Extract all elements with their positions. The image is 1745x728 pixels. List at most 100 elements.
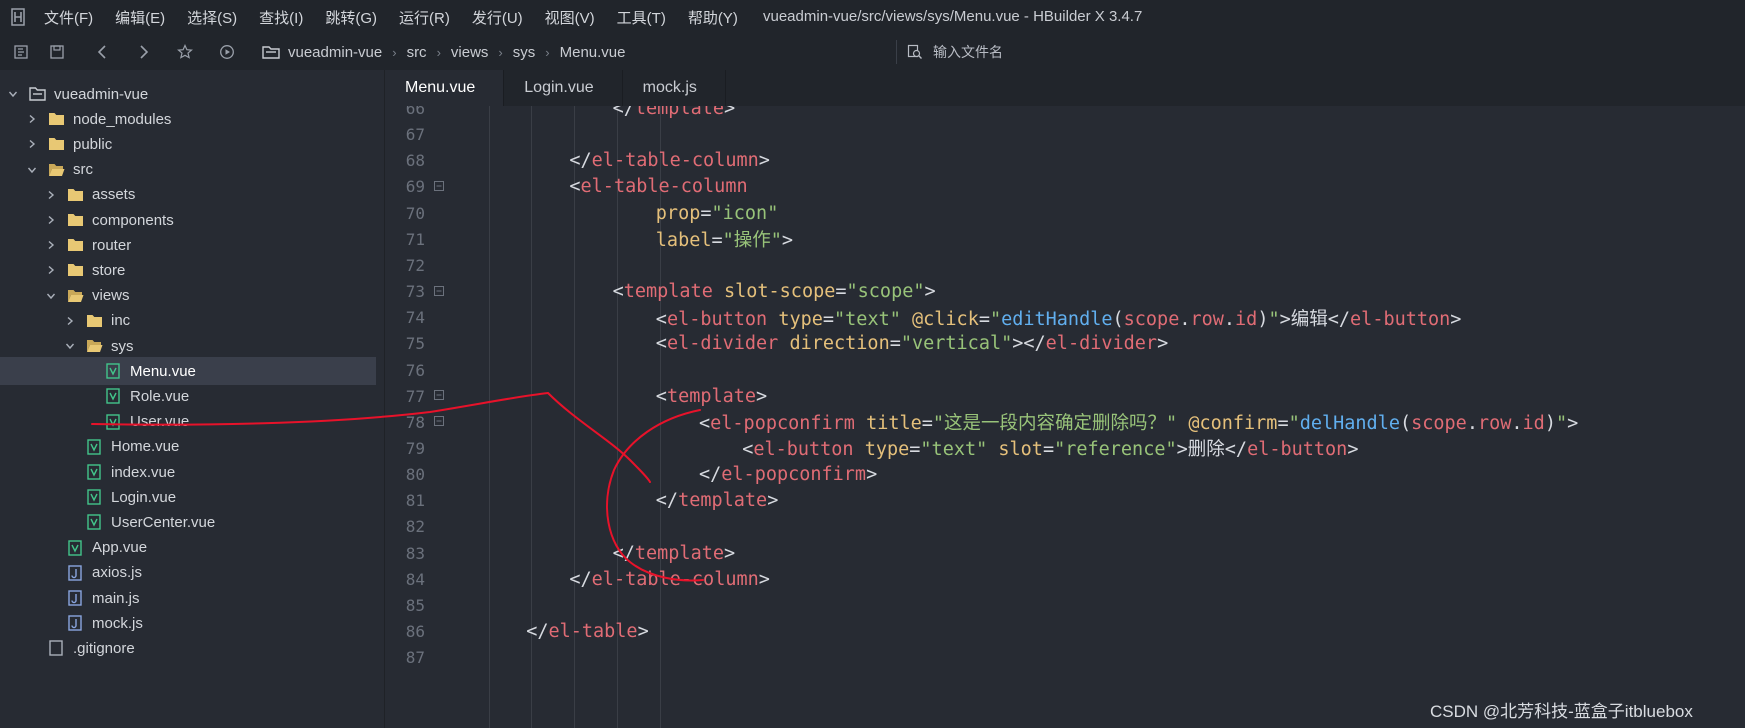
code-token: direction	[789, 333, 890, 355]
code-line[interactable]: 83 </template>	[385, 539, 1745, 568]
breadcrumb-item[interactable]: views	[451, 44, 489, 61]
tab-menu-vue[interactable]: Menu.vue	[385, 70, 505, 106]
code-line[interactable]: 71 label="操作">	[385, 225, 1745, 254]
code-token: template	[623, 281, 713, 303]
tree-item-label: store	[92, 261, 126, 279]
tree-item-gitignore[interactable]: .gitignore	[0, 634, 376, 662]
menu-item[interactable]: 发行(U)	[472, 7, 523, 28]
chevron-down-icon[interactable]	[44, 291, 58, 301]
code-token: "	[1288, 413, 1300, 435]
code-line[interactable]: 80 </el-popconfirm>	[385, 460, 1745, 489]
folder-icon	[47, 136, 65, 152]
tree-item-public[interactable]: public	[0, 130, 376, 158]
menu-item[interactable]: 文件(F)	[44, 7, 93, 28]
tree-item-role-vue[interactable]: Role.vue	[0, 382, 376, 410]
tree-item-menu-vue[interactable]: Menu.vue	[0, 357, 376, 386]
chevron-down-icon[interactable]	[25, 165, 39, 175]
tree-item-user-vue[interactable]: User.vue	[0, 408, 376, 436]
chevron-right-icon[interactable]	[44, 265, 58, 275]
tab-login-vue[interactable]: Login.vue	[504, 70, 623, 106]
tree-item-router[interactable]: router	[0, 231, 376, 259]
chevron-right-icon[interactable]	[44, 240, 58, 250]
save-icon[interactable]	[48, 43, 66, 61]
back-icon[interactable]	[94, 43, 112, 61]
tree-item-app-vue[interactable]: App.vue	[0, 534, 376, 562]
chevron-right-icon[interactable]	[25, 139, 39, 149]
chevron-right-icon[interactable]	[63, 316, 77, 326]
chevron-right-icon[interactable]	[44, 190, 58, 200]
code-line[interactable]: 81 </template>	[385, 486, 1745, 515]
code-line[interactable]: 73 <template slot-scope="scope">	[385, 277, 1745, 306]
tree-item-src[interactable]: src	[0, 156, 376, 184]
tree-item-axios-js[interactable]: axios.js	[0, 559, 376, 587]
code-line[interactable]: 67	[385, 120, 1745, 149]
tree-item-views[interactable]: views	[0, 282, 376, 310]
tree-item-home-vue[interactable]: Home.vue	[0, 433, 376, 461]
menu-item[interactable]: 视图(V)	[545, 7, 595, 28]
tree-item-mock-js[interactable]: mock.js	[0, 609, 376, 637]
code-token: template	[634, 542, 724, 564]
code-line[interactable]: 69 <el-table-column	[385, 172, 1745, 201]
fold-toggle-icon[interactable]	[429, 285, 449, 299]
fold-toggle-icon[interactable]	[429, 415, 449, 429]
breadcrumb-item[interactable]: src	[407, 44, 427, 61]
tree-item-main-js[interactable]: main.js	[0, 584, 376, 612]
breadcrumb-item[interactable]: Menu.vue	[560, 44, 626, 61]
menu-item[interactable]: 工具(T)	[617, 7, 666, 28]
menu-item[interactable]: 查找(I)	[259, 7, 303, 28]
forward-icon[interactable]	[134, 43, 152, 61]
code-line[interactable]: 85	[385, 591, 1745, 620]
breadcrumb-item[interactable]: sys	[513, 44, 536, 61]
line-number: 75	[405, 334, 425, 354]
tab-label: Menu.vue	[405, 79, 476, 96]
code-line[interactable]: 76	[385, 356, 1745, 385]
tree-item-usercenter-vue[interactable]: UserCenter.vue	[0, 508, 376, 536]
code-line[interactable]: 75 <el-divider direction="vertical"></el-…	[385, 329, 1745, 358]
breadcrumb-item[interactable]: vueadmin-vue	[288, 44, 382, 61]
code-line[interactable]: 86 </el-table>	[385, 617, 1745, 646]
code-text: </template>	[483, 106, 736, 119]
menu-item[interactable]: 帮助(Y)	[688, 7, 738, 28]
code-token: @confirm	[1188, 413, 1278, 435]
code-token: .	[1223, 308, 1236, 330]
tree-item-vueadmin-vue[interactable]: vueadmin-vue	[0, 80, 376, 108]
tree-item-node-modules[interactable]: node_modules	[0, 105, 376, 133]
tree-item-components[interactable]: components	[0, 206, 376, 234]
fold-toggle-icon[interactable]	[429, 180, 449, 194]
code-line[interactable]: 82	[385, 512, 1745, 541]
code-text: <el-popconfirm title="这是一段内容确定删除吗？" @con…	[483, 409, 1578, 435]
code-line[interactable]: 70 prop="icon"	[385, 199, 1745, 228]
star-icon[interactable]	[176, 43, 194, 61]
code-line[interactable]: 79 <el-button type="text" slot="reference…	[385, 434, 1745, 463]
chevron-down-icon[interactable]	[63, 341, 77, 351]
menu-item[interactable]: 运行(R)	[399, 7, 450, 28]
chevron-down-icon[interactable]	[6, 89, 20, 99]
code-line[interactable]: 72	[385, 251, 1745, 280]
tree-item-index-vue[interactable]: index.vue	[0, 458, 376, 486]
code-line[interactable]: 84 </el-table-column>	[385, 565, 1745, 594]
chevron-right-icon[interactable]	[25, 114, 39, 124]
tab-mock-js[interactable]: mock.js	[623, 70, 726, 106]
file-search-input[interactable]	[931, 43, 1235, 61]
vue-file-icon	[104, 388, 122, 405]
code-line[interactable]: 74 <el-button type="text" @click="editHan…	[385, 303, 1745, 332]
menu-item[interactable]: 编辑(E)	[115, 7, 165, 28]
code-line[interactable]: 87	[385, 643, 1745, 672]
fold-toggle-icon[interactable]	[429, 389, 449, 403]
chevron-right-icon[interactable]	[44, 215, 58, 225]
menu-item[interactable]: 跳转(G)	[325, 7, 377, 28]
code-editor[interactable]: 66 </template> 67 68 </el-table-column> 69 <el…	[385, 106, 1745, 728]
sidebar-toggle-icon[interactable]	[12, 43, 30, 61]
code-line[interactable]: 68 </el-table-column>	[385, 146, 1745, 175]
run-icon[interactable]	[218, 43, 236, 61]
tree-item-assets[interactable]: assets	[0, 181, 376, 209]
tree-item-inc[interactable]: inc	[0, 307, 376, 335]
tree-item-sys[interactable]: sys	[0, 332, 376, 360]
code-line[interactable]: 77 <template>	[385, 382, 1745, 411]
menu-item[interactable]: 选择(S)	[187, 7, 237, 28]
line-number: 77	[405, 386, 425, 406]
tree-item-login-vue[interactable]: Login.vue	[0, 483, 376, 511]
tree-item-store[interactable]: store	[0, 256, 376, 284]
code-line[interactable]: 78 <el-popconfirm title="这是一段内容确定删除吗？" @c…	[385, 408, 1745, 437]
